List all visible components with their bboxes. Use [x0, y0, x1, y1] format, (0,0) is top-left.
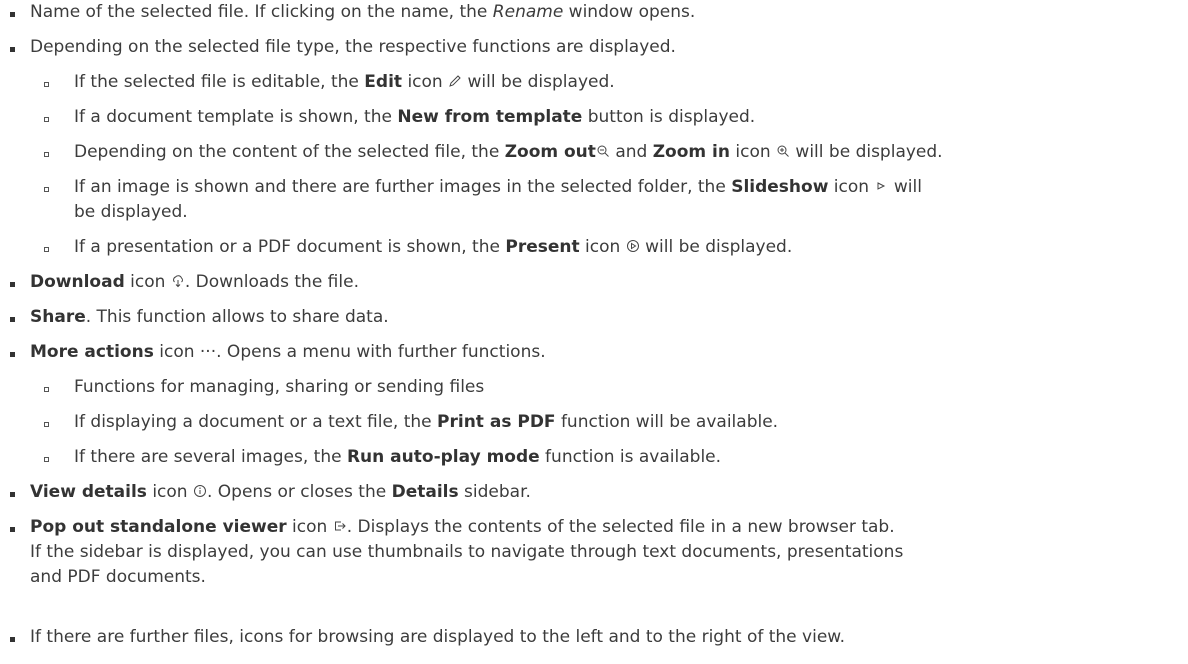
item-text: . Opens or closes the	[206, 482, 392, 502]
pop-out-icon	[333, 519, 347, 533]
item-text: . Opens a menu with further functions.	[216, 342, 546, 362]
item-text: icon	[828, 177, 875, 197]
item-text: will be displayed.	[639, 237, 793, 257]
share-term: Share	[30, 307, 86, 327]
bullet	[10, 637, 15, 642]
item-text: If a document template is shown, the	[74, 107, 398, 127]
zoom-in-term: Zoom in	[652, 142, 730, 162]
info-icon	[193, 484, 207, 498]
play-triangle-icon	[874, 179, 888, 193]
item-text: icon	[146, 482, 193, 502]
item-text: will	[888, 177, 922, 197]
item-text: If a presentation or a PDF document is s…	[74, 237, 506, 257]
bullet	[10, 352, 15, 357]
sub-bullet	[44, 152, 49, 157]
item-text: If the selected file is editable, the	[74, 72, 365, 92]
item-text: . Downloads the file.	[184, 272, 359, 292]
item-text: icon	[286, 517, 333, 537]
help-document: Name of the selected file. If clicking o…	[0, 0, 1188, 664]
new-from-template-term: New from template	[397, 107, 583, 127]
item-text: will be displayed.	[790, 142, 943, 162]
item-text-continued: and PDF documents.	[30, 567, 206, 587]
bullet	[10, 282, 15, 287]
item-text: . Displays the contents of the selected …	[346, 517, 895, 537]
sub-bullet	[44, 387, 49, 392]
details-term: Details	[391, 482, 459, 502]
item-text: and	[609, 142, 653, 162]
item-text: If displaying a document or a text file,…	[74, 412, 438, 432]
item-text: will be displayed.	[462, 72, 615, 92]
item-text: If there are further files, icons for br…	[30, 627, 846, 647]
sub-bullet	[44, 82, 49, 87]
bullet	[10, 12, 15, 17]
print-as-pdf-term: Print as PDF	[437, 412, 556, 432]
download-term: Download	[30, 272, 125, 292]
item-text: function will be available.	[555, 412, 779, 432]
bullet	[10, 527, 15, 532]
sub-bullet	[44, 247, 49, 252]
item-text: window opens.	[563, 2, 696, 22]
more-actions-term: More actions	[30, 342, 154, 362]
more-dots-icon: ···	[199, 342, 217, 362]
pop-out-viewer-term: Pop out standalone viewer	[30, 517, 287, 537]
item-text: Depending on the selected file type, the…	[30, 37, 676, 57]
bullet	[10, 492, 15, 497]
item-text-continued: be displayed.	[74, 202, 188, 222]
edit-term: Edit	[364, 72, 403, 92]
present-play-icon	[626, 239, 640, 253]
item-text: icon	[153, 342, 200, 362]
zoom-in-icon	[776, 144, 790, 158]
item-text: icon	[579, 237, 626, 257]
rename-term: Rename	[492, 2, 564, 22]
run-auto-play-term: Run auto-play mode	[346, 447, 540, 467]
item-text: icon	[402, 72, 449, 92]
sub-bullet	[44, 117, 49, 122]
sub-bullet	[44, 457, 49, 462]
item-text: If there are several images, the	[74, 447, 347, 467]
bullet	[10, 317, 15, 322]
sub-bullet	[44, 422, 49, 427]
item-text-continued: If the sidebar is displayed, you can use…	[30, 542, 904, 562]
item-text: icon	[124, 272, 171, 292]
zoom-out-term: Zoom out	[504, 142, 596, 162]
sub-bullet	[44, 187, 49, 192]
item-text: If an image is shown and there are furth…	[74, 177, 732, 197]
zoom-out-icon	[596, 144, 610, 158]
present-term: Present	[505, 237, 580, 257]
item-text: function is available.	[539, 447, 722, 467]
item-text: icon	[729, 142, 777, 162]
pencil-icon	[448, 74, 462, 88]
download-icon	[171, 274, 185, 288]
item-text: Functions for managing, sharing or sendi…	[74, 377, 485, 397]
item-text: Name of the selected file. If clicking o…	[30, 2, 493, 22]
item-text: . This function allows to share data.	[85, 307, 389, 327]
slideshow-term: Slideshow	[731, 177, 829, 197]
view-details-term: View details	[30, 482, 147, 502]
item-text: button is displayed.	[582, 107, 756, 127]
item-text: sidebar.	[458, 482, 531, 502]
item-text: Depending on the content of the selected…	[74, 142, 505, 162]
bullet	[10, 47, 15, 52]
